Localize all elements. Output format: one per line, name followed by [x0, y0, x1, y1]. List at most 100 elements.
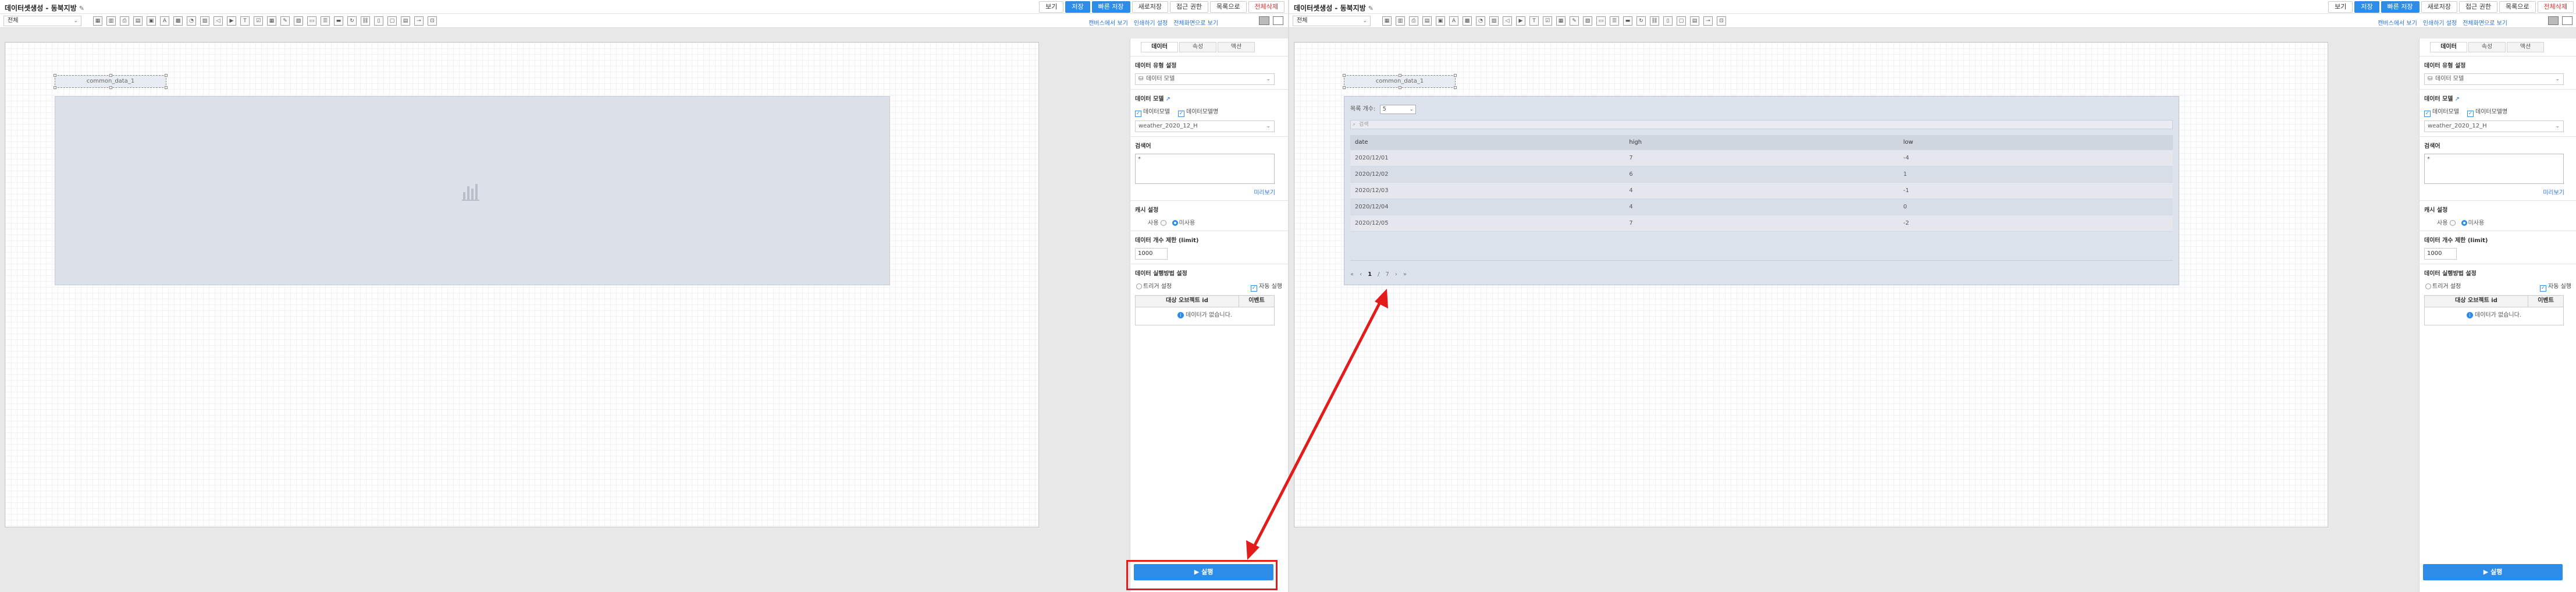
pivot-tool-icon[interactable]: ▣ [1436, 16, 1445, 26]
tab-properties[interactable]: 속성 [1179, 42, 1216, 52]
design-canvas[interactable]: common_data_1 목록 개수: 5⌄ ⌕검색 date high [1294, 42, 2328, 527]
condition-textarea[interactable]: * [1135, 154, 1275, 184]
sound-tool-icon[interactable]: ◁ [214, 16, 223, 26]
resize-handle[interactable] [1454, 86, 1457, 89]
next-page-button[interactable]: › [1395, 271, 1397, 278]
split-view-icon[interactable] [1259, 16, 1269, 25]
chart-tool-icon[interactable]: ▥ [106, 16, 116, 26]
view-button[interactable]: 보기 [1039, 1, 1064, 13]
print-setting-link[interactable]: 인쇄하기 설정 [2423, 18, 2457, 27]
resize-handle[interactable] [1343, 74, 1346, 77]
list-tool-icon[interactable]: ☰ [1610, 16, 1619, 26]
check-data-model[interactable]: ✓ 데이터모델 [2424, 107, 2459, 117]
edit-tool-icon[interactable]: ✎ [1570, 16, 1579, 26]
check-data-model-name[interactable]: ✓ 데이터모델명 [2467, 107, 2507, 117]
resize-handle[interactable] [54, 74, 56, 77]
checkbox-tool-icon[interactable]: ☑ [254, 16, 263, 26]
run-button[interactable]: ▶ 실행 [2423, 564, 2563, 580]
auto-run-check[interactable]: ✓ 자동 실행 [1251, 281, 1282, 292]
external-link-icon[interactable]: ↗ [1165, 96, 1170, 102]
data-model-select[interactable]: weather_2020_12_H ⌄ [2424, 120, 2564, 132]
data-type-select[interactable]: ⛁ 데이터 모델 ⌄ [2424, 73, 2564, 85]
delete-all-button[interactable]: 전체삭제 [1248, 1, 1285, 13]
column-header[interactable]: low [1899, 139, 2173, 146]
data-model-select[interactable]: weather_2020_12_H ⌄ [1135, 120, 1275, 132]
canvas-view-link[interactable]: 캔버스에서 보기 [2378, 18, 2417, 27]
dataset-label-component[interactable]: common_data_1 [54, 74, 168, 89]
input-tool-icon[interactable]: ▬ [1623, 16, 1632, 26]
design-canvas[interactable]: common_data_1 [5, 42, 1039, 527]
layout-tool-icon[interactable]: ▤ [1690, 16, 1699, 26]
single-view-icon[interactable] [2562, 16, 2573, 25]
file-tool-icon[interactable]: ▯ [1663, 16, 1673, 26]
file-tool-icon[interactable]: ▯ [374, 16, 383, 26]
grid-tool-icon[interactable]: ▤ [1422, 16, 1432, 26]
condition-textarea[interactable]: * [2424, 154, 2564, 184]
edit-pencil-icon[interactable]: ✎ [1368, 5, 1374, 12]
table-row[interactable]: 2020/12/02 6 1 [1350, 166, 2173, 183]
edit-tool-icon[interactable]: ✎ [280, 16, 290, 26]
table-row[interactable]: 2020/12/01 7 -4 [1350, 150, 2173, 166]
fullscreen-link[interactable]: 전체화면으로 보기 [2463, 18, 2507, 27]
dataset-label-component[interactable]: common_data_1 [1343, 74, 1457, 89]
resize-handle[interactable] [109, 74, 112, 77]
component-filter-select[interactable]: 전체 ⌄ [3, 16, 81, 26]
tab-action[interactable]: 액션 [1218, 42, 1255, 52]
resize-handle[interactable] [1343, 86, 1346, 89]
print-tool-icon[interactable]: ⎙ [120, 16, 129, 26]
window-tool-icon[interactable]: ▢ [387, 16, 397, 26]
calendar-tool-icon[interactable]: ▦ [1556, 16, 1565, 26]
canvas-view-link[interactable]: 캔버스에서 보기 [1088, 18, 1128, 27]
resize-handle[interactable] [165, 74, 168, 77]
last-page-button[interactable]: » [1403, 271, 1407, 278]
video-tool-icon[interactable]: ▶ [1516, 16, 1525, 26]
resize-handle[interactable] [1454, 74, 1457, 77]
save-button[interactable]: 저장 [1065, 1, 1090, 13]
limit-input[interactable]: 1000 [1135, 248, 1168, 260]
pivot-tool-icon[interactable]: ▣ [147, 16, 156, 26]
edit-pencil-icon[interactable]: ✎ [79, 5, 84, 12]
photo-tool-icon[interactable]: ▧ [294, 16, 303, 26]
tab-data[interactable]: 데이터 [1141, 42, 1178, 52]
folder-tool-icon[interactable]: ▭ [1596, 16, 1606, 26]
window-tool-icon[interactable]: ▢ [1677, 16, 1686, 26]
matrix-tool-icon[interactable]: ▩ [1463, 16, 1472, 26]
check-data-model-name[interactable]: ✓ 데이터모델명 [1178, 107, 1218, 117]
page-size-select[interactable]: 5 ⌄ [1379, 105, 1416, 114]
table-tool-icon[interactable]: ▦ [93, 16, 102, 26]
split-view-icon[interactable] [2548, 16, 2559, 25]
tab-action[interactable]: 액션 [2507, 42, 2544, 52]
single-view-icon[interactable] [1273, 16, 1283, 25]
video-tool-icon[interactable]: ▶ [227, 16, 236, 26]
label-tool-icon[interactable]: T [1529, 16, 1539, 26]
access-button[interactable]: 접근 권한 [1170, 1, 1209, 13]
text-tool-icon[interactable]: A [160, 16, 169, 26]
print-tool-icon[interactable]: ⎙ [1409, 16, 1418, 26]
access-button[interactable]: 접근 권한 [2459, 1, 2498, 13]
grid-tool-icon[interactable]: ▤ [133, 16, 143, 26]
matrix-tool-icon[interactable]: ▩ [173, 16, 183, 26]
input-tool-icon[interactable]: ▬ [334, 16, 343, 26]
resize-handle[interactable] [1399, 74, 1401, 77]
external-link-icon[interactable]: ↗ [2454, 96, 2459, 102]
cache-nouse-radio[interactable]: 미사용 [2459, 220, 2484, 226]
preview-link[interactable]: 미리보기 [2424, 187, 2573, 196]
quick-save-button[interactable]: 빠른 저장 [2381, 1, 2420, 13]
trigger-setting[interactable]: 트리거 설정 [2425, 281, 2461, 292]
label-tool-icon[interactable]: T [240, 16, 250, 26]
prev-page-button[interactable]: ‹ [1360, 271, 1362, 278]
cache-use-radio[interactable]: 사용 [2437, 220, 2457, 226]
list-button[interactable]: 목록으로 [1210, 1, 1247, 13]
view-button[interactable]: 보기 [2328, 1, 2353, 13]
cache-use-radio[interactable]: 사용 [1148, 220, 1168, 226]
print-setting-link[interactable]: 인쇄하기 설정 [1134, 18, 1168, 27]
frame-tool-icon[interactable]: ⊡ [1717, 16, 1726, 26]
resize-handle[interactable] [54, 86, 56, 89]
quick-save-button[interactable]: 빠른 저장 [1091, 1, 1130, 13]
save-as-button[interactable]: 새로저장 [1132, 1, 1169, 13]
table-search-input[interactable]: ⌕ 검색 [1350, 120, 2173, 129]
link-tool-icon[interactable]: ⛓ [361, 16, 370, 26]
frame-tool-icon[interactable]: ⊡ [428, 16, 437, 26]
tab-data[interactable]: 데이터 [2430, 42, 2467, 52]
column-header[interactable]: high [1624, 139, 1898, 146]
